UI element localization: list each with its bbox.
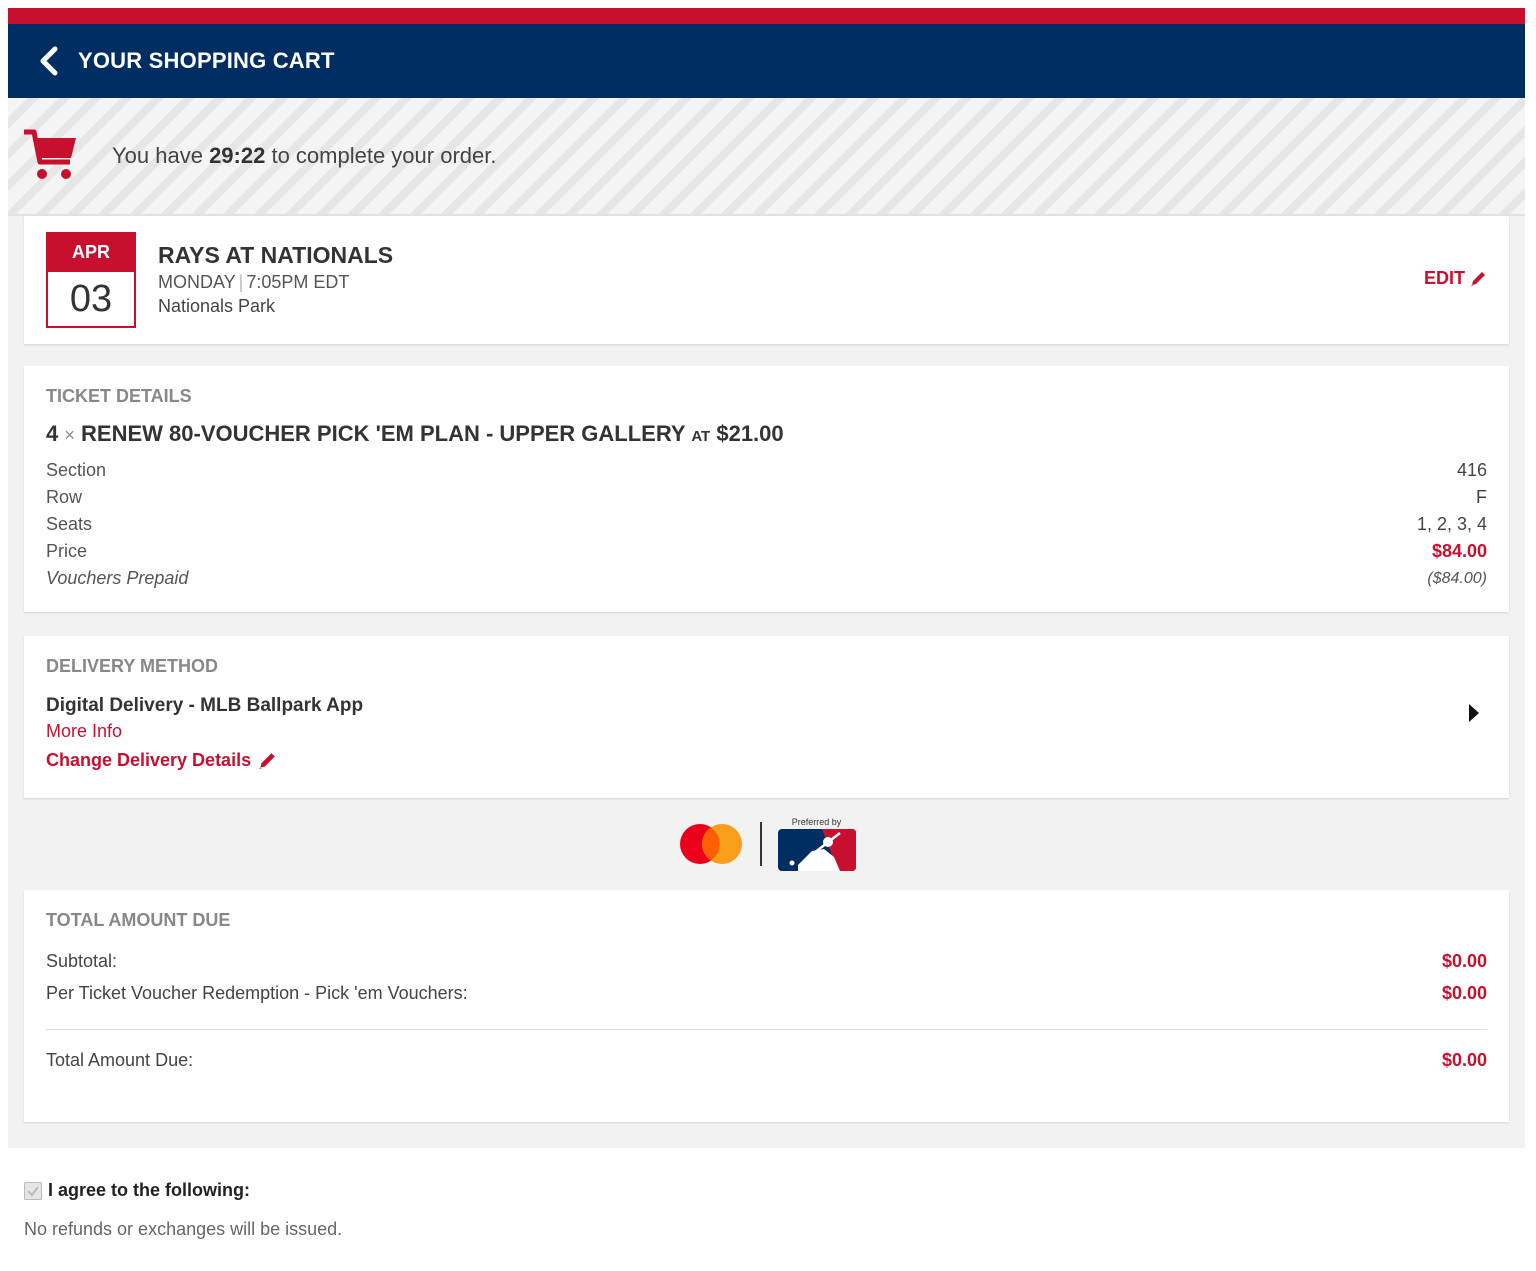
- pencil-icon: [259, 752, 275, 769]
- total-heading: TOTAL AMOUNT DUE: [46, 910, 231, 930]
- caret-right-icon[interactable]: [1467, 702, 1481, 724]
- mastercard-logo-icon: [679, 824, 742, 864]
- more-info-link[interactable]: More Info: [46, 721, 122, 742]
- event-title: RAYS AT NATIONALS: [158, 242, 394, 268]
- agreement-line: I agree to the following:: [24, 1180, 1509, 1201]
- change-delivery-button[interactable]: Change Delivery Details: [46, 750, 1487, 771]
- checkmark-icon: [27, 1185, 39, 1197]
- agreement-note: No refunds or exchanges will be issued.: [24, 1219, 343, 1239]
- sponsor-divider: [759, 822, 762, 866]
- event-venue: Nationals Park: [158, 296, 276, 316]
- detail-row-price: Price $84.00: [46, 541, 1487, 561]
- total-due-row: Total Amount Due: $0.00: [46, 1049, 1487, 1070]
- shopping-cart-icon: [24, 129, 76, 179]
- timer-message: You have 29:22 to complete your order.: [112, 143, 497, 168]
- date-badge: APR 03: [46, 232, 136, 328]
- event-card: APR 03 RAYS AT NATIONALS MONDAY | 7:05PM E…: [24, 216, 1509, 344]
- back-button[interactable]: [34, 41, 64, 81]
- agree-label: I agree to the following:: [48, 1180, 250, 1200]
- delivery-heading: DELIVERY METHOD: [46, 656, 219, 676]
- cart-content: APR 03 RAYS AT NATIONALS MONDAY | 7:05PM E…: [8, 216, 1525, 1148]
- ticket-details-card: TICKET DETAILS 4 × RENEW 80-VOUCHER PICK…: [24, 366, 1509, 612]
- timer-banner: You have 29:22 to complete your order.: [8, 98, 1525, 216]
- mlb-logo: Preferred by: [777, 817, 856, 871]
- event-month: APR: [48, 234, 134, 272]
- event-info: RAYS AT NATIONALS MONDAY | 7:05PM EDT Nati…: [158, 242, 393, 317]
- chevron-left-icon: [40, 46, 58, 76]
- shopping-cart-page: YOUR SHOPPING CART You have 29:22 to com…: [8, 8, 1525, 1240]
- total-divider: [46, 1029, 1487, 1030]
- countdown-time: 29:22: [209, 143, 266, 168]
- subtotal-row: Subtotal: $0.00: [46, 950, 1487, 971]
- sponsor-logos: Preferred by: [24, 798, 1509, 890]
- agree-checkbox[interactable]: [24, 1181, 42, 1200]
- total-amount-card: TOTAL AMOUNT DUE Subtotal: $0.00 Per Tick…: [24, 890, 1509, 1122]
- top-red-stripe: [8, 8, 1525, 24]
- page-title: YOUR SHOPPING CART: [78, 48, 335, 73]
- detail-row-vouchers: Vouchers Prepaid ($84.00): [46, 568, 1487, 588]
- mlb-logo-icon: [777, 829, 856, 871]
- detail-row-section: Section 416: [46, 460, 1487, 480]
- pencil-icon: [1471, 271, 1485, 286]
- ticket-details-heading: TICKET DETAILS: [46, 386, 192, 406]
- preferred-by-text: Preferred by: [791, 817, 842, 827]
- event-datetime: MONDAY | 7:05PM EDT: [158, 272, 350, 292]
- detail-row-row: Row F: [46, 487, 1487, 507]
- detail-row-seats: Seats 1, 2, 3, 4: [46, 514, 1487, 534]
- delivery-method-card[interactable]: DELIVERY METHOD Digital Delivery - MLB B…: [24, 636, 1509, 798]
- edit-event-button[interactable]: EDIT: [1424, 268, 1487, 289]
- delivery-method-name: Digital Delivery - MLB Ballpark App: [46, 695, 364, 716]
- agreement-section: I agree to the following: No refunds or …: [8, 1148, 1525, 1240]
- event-day: 03: [69, 278, 113, 320]
- page-header: YOUR SHOPPING CART: [8, 24, 1525, 98]
- ticket-title: 4 × RENEW 80-VOUCHER PICK 'EM PLAN - UPP…: [46, 421, 784, 446]
- redemption-row: Per Ticket Voucher Redemption - Pick 'em…: [46, 982, 1487, 1003]
